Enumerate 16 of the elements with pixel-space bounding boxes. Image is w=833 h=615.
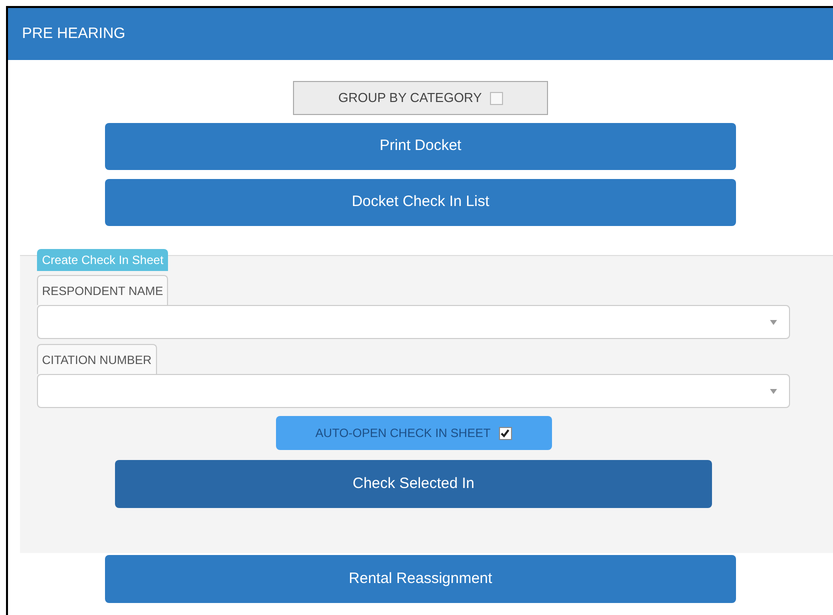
panel-legend: Create Check In Sheet	[37, 249, 168, 271]
dropdown-arrow-icon	[770, 320, 777, 324]
check-selected-in-button[interactable]: Check Selected In	[115, 460, 712, 508]
field-label: RESPONDENT NAME	[37, 275, 168, 305]
panel-title: PRE HEARING	[22, 24, 126, 44]
checkbox[interactable]	[498, 426, 512, 440]
docket-button[interactable]: Docket Check In List	[105, 179, 736, 226]
group-by-category-toggle[interactable]: GROUP BY CATEGORY	[293, 81, 548, 115]
docket-button[interactable]: Print Docket	[105, 123, 736, 170]
auto-open-toggle[interactable]: AUTO-OPEN CHECK IN SHEET	[276, 416, 552, 450]
field-label: CITATION NUMBER	[37, 344, 157, 374]
dropdown-field[interactable]	[37, 374, 790, 408]
checkbox[interactable]	[490, 92, 503, 104]
dropdown-arrow-icon	[770, 388, 777, 394]
dropdown-field[interactable]	[37, 305, 790, 339]
rental-reassignment-button[interactable]: Rental Reassignment	[105, 555, 736, 603]
